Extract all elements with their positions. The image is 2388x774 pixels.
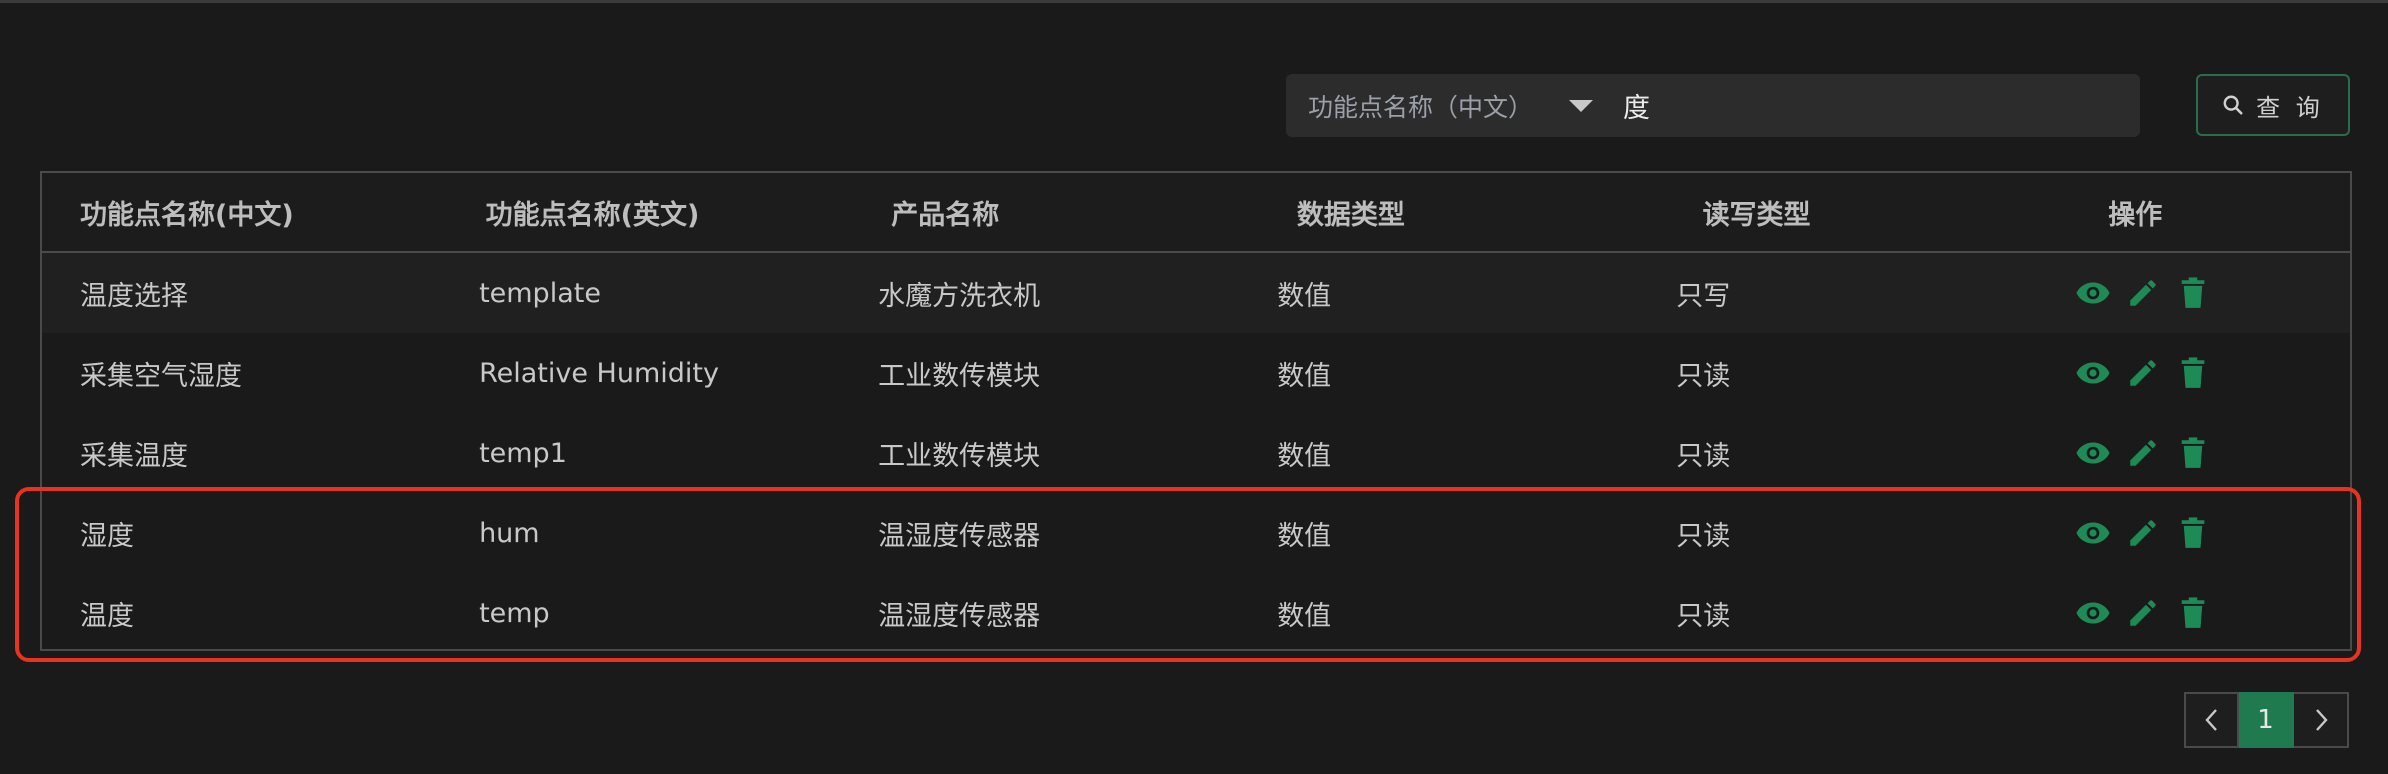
trash-icon bbox=[2181, 517, 2205, 548]
eye-icon bbox=[2076, 602, 2110, 624]
view-button[interactable] bbox=[2075, 275, 2111, 311]
row-actions bbox=[2037, 515, 2350, 551]
pagination: 1 bbox=[2184, 692, 2349, 748]
cell-product: 温湿度传感器 bbox=[878, 520, 1041, 552]
table-row: 采集温度 temp1 工业数传模块 数值 只读 bbox=[42, 413, 2350, 493]
caret-down-icon bbox=[1569, 99, 1594, 112]
search-field-label: 功能点名称（中文） bbox=[1308, 92, 1534, 122]
row-actions bbox=[2037, 595, 2350, 631]
cell-name-en: hum bbox=[479, 517, 540, 549]
cell-data-type: 数值 bbox=[1277, 600, 1332, 632]
cell-product: 水魔方洗衣机 bbox=[878, 280, 1041, 312]
search-button[interactable]: 查 询 bbox=[2196, 74, 2350, 136]
pencil-icon bbox=[2130, 520, 2157, 546]
table-row: 湿度 hum 温湿度传感器 数值 只读 bbox=[42, 493, 2350, 573]
cell-rw-type: 只读 bbox=[1676, 360, 1731, 392]
search-field-select[interactable]: 功能点名称（中文） bbox=[1286, 74, 1623, 137]
row-actions bbox=[2037, 435, 2350, 471]
cell-rw-type: 只读 bbox=[1676, 600, 1731, 632]
chevron-right-icon bbox=[2315, 709, 2328, 731]
cell-data-type: 数值 bbox=[1277, 520, 1332, 552]
cell-product: 温湿度传感器 bbox=[878, 600, 1041, 632]
search-button-label: 查 询 bbox=[2256, 93, 2324, 122]
cell-name-en: Relative Humidity bbox=[479, 357, 719, 389]
column-header: 数据类型 bbox=[1296, 199, 1405, 231]
cell-product: 工业数传模块 bbox=[878, 360, 1041, 392]
delete-button[interactable] bbox=[2175, 435, 2211, 471]
cell-rw-type: 只写 bbox=[1676, 280, 1731, 312]
delete-button[interactable] bbox=[2175, 515, 2211, 551]
pencil-icon bbox=[2130, 280, 2157, 306]
cell-name-en: temp bbox=[479, 597, 550, 629]
cell-data-type: 数值 bbox=[1277, 280, 1332, 312]
search-icon bbox=[2223, 95, 2243, 115]
table-row: 温度 temp 温湿度传感器 数值 只读 bbox=[42, 573, 2350, 653]
cell-name-cn: 温度选择 bbox=[80, 280, 188, 312]
eye-icon bbox=[2076, 282, 2110, 304]
view-button[interactable] bbox=[2075, 515, 2111, 551]
cell-name-en: template bbox=[479, 277, 601, 309]
cell-name-cn: 采集空气湿度 bbox=[80, 360, 242, 392]
row-actions bbox=[2037, 275, 2350, 311]
view-button[interactable] bbox=[2075, 355, 2111, 391]
column-header: 功能点名称(中文) bbox=[80, 199, 294, 231]
pencil-icon bbox=[2130, 360, 2157, 386]
eye-icon bbox=[2076, 442, 2110, 464]
top-divider bbox=[0, 0, 2388, 3]
column-header: 功能点名称(英文) bbox=[485, 199, 700, 231]
trash-icon bbox=[2181, 357, 2205, 388]
cell-name-cn: 采集温度 bbox=[80, 440, 188, 472]
prev-page-button[interactable] bbox=[2184, 692, 2239, 748]
edit-button[interactable] bbox=[2125, 275, 2161, 311]
data-table: 功能点名称(中文) 功能点名称(英文) 产品名称 数据类型 读写类型 操作 温度… bbox=[40, 171, 2352, 651]
trash-icon bbox=[2181, 597, 2205, 628]
view-button[interactable] bbox=[2075, 595, 2111, 631]
edit-button[interactable] bbox=[2125, 595, 2161, 631]
column-header: 读写类型 bbox=[1702, 199, 1811, 231]
eye-icon bbox=[2076, 362, 2110, 384]
edit-button[interactable] bbox=[2125, 355, 2161, 391]
trash-icon bbox=[2181, 437, 2205, 468]
pencil-icon bbox=[2130, 440, 2157, 466]
column-header: 操作 bbox=[2108, 199, 2163, 231]
page-button-current[interactable]: 1 bbox=[2239, 692, 2294, 748]
table-row: 采集空气湿度 Relative Humidity 工业数传模块 数值 只读 bbox=[42, 333, 2350, 413]
cell-name-cn: 湿度 bbox=[80, 520, 134, 552]
search-input[interactable] bbox=[1623, 74, 2140, 137]
search-bar: 功能点名称（中文） bbox=[1286, 74, 2140, 137]
table-row: 温度选择 template 水魔方洗衣机 数值 只写 bbox=[42, 253, 2350, 333]
view-button[interactable] bbox=[2075, 435, 2111, 471]
delete-button[interactable] bbox=[2175, 595, 2211, 631]
trash-icon bbox=[2181, 277, 2205, 308]
column-header: 产品名称 bbox=[891, 199, 1000, 231]
cell-name-cn: 温度 bbox=[80, 600, 134, 632]
cell-name-en: temp1 bbox=[479, 437, 567, 469]
delete-button[interactable] bbox=[2175, 275, 2211, 311]
next-page-button[interactable] bbox=[2294, 692, 2349, 748]
cell-data-type: 数值 bbox=[1277, 440, 1332, 472]
cell-rw-type: 只读 bbox=[1676, 440, 1731, 472]
table-header: 功能点名称(中文) 功能点名称(英文) 产品名称 数据类型 读写类型 操作 bbox=[42, 173, 2350, 253]
pencil-icon bbox=[2130, 600, 2157, 626]
cell-product: 工业数传模块 bbox=[878, 440, 1041, 472]
table-body: 温度选择 template 水魔方洗衣机 数值 只写 采集空气湿度 Relative Hum… bbox=[42, 253, 2350, 653]
edit-button[interactable] bbox=[2125, 515, 2161, 551]
cell-data-type: 数值 bbox=[1277, 360, 1332, 392]
cell-rw-type: 只读 bbox=[1676, 520, 1731, 552]
chevron-left-icon bbox=[2204, 709, 2217, 731]
delete-button[interactable] bbox=[2175, 355, 2211, 391]
eye-icon bbox=[2076, 522, 2110, 544]
edit-button[interactable] bbox=[2125, 435, 2161, 471]
row-actions bbox=[2037, 355, 2350, 391]
